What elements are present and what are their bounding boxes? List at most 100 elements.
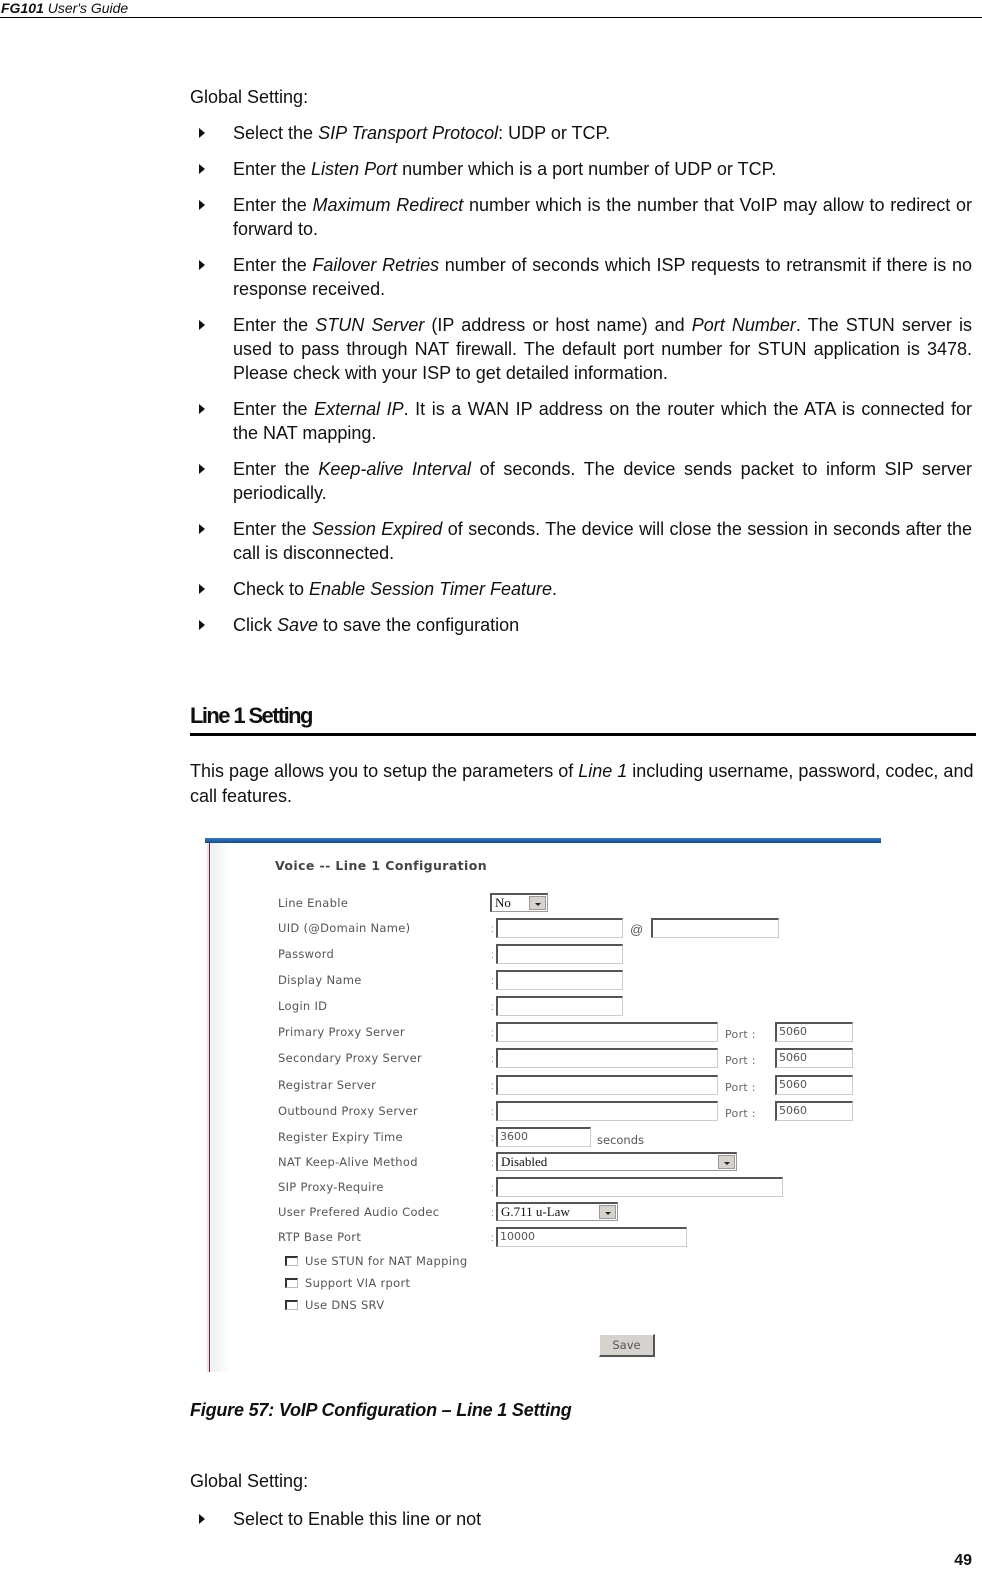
line1-config-screenshot: Voice -- Line 1 Configuration Line Enabl… <box>205 838 881 1372</box>
password-input[interactable] <box>496 944 623 964</box>
bullet-item: Enter the Listen Port number which is a … <box>190 157 972 181</box>
rtp-base-port-label: RTP Base Port <box>278 1230 362 1244</box>
secondary-proxy-label: Secondary Proxy Server <box>278 1051 423 1065</box>
bullet-item: Click Save to save the configuration <box>190 613 972 637</box>
triangle-bullet-icon <box>199 164 205 174</box>
row-register-expiry: Register Expiry Time : 3600 seconds <box>278 1127 878 1149</box>
line-enable-select[interactable]: No <box>490 893 548 912</box>
product-name: FG101 <box>1 0 44 16</box>
checkbox-icon[interactable] <box>285 1256 298 1266</box>
running-header: FG101 User's Guide <box>0 0 982 18</box>
registrar-port-input[interactable]: 5060 <box>775 1075 853 1095</box>
triangle-bullet-icon <box>199 200 205 210</box>
primary-proxy-label: Primary Proxy Server <box>278 1025 405 1039</box>
line-enable-value: No <box>495 895 511 910</box>
primary-proxy-input[interactable] <box>496 1022 718 1042</box>
colon: : <box>491 950 494 961</box>
triangle-bullet-icon <box>199 260 205 270</box>
chevron-down-icon[interactable] <box>529 896 546 910</box>
guide-name: User's Guide <box>47 0 129 16</box>
global-setting-label-2: Global Setting: <box>190 1471 309 1491</box>
screenshot-top-bar <box>205 838 881 843</box>
checkbox-label: Use STUN for NAT Mapping <box>305 1254 468 1268</box>
sip-proxy-require-input[interactable] <box>496 1177 783 1197</box>
panel-title: Voice -- Line 1 Configuration <box>275 858 488 873</box>
figure-caption: Figure 57: VoIP Configuration – Line 1 S… <box>190 1400 572 1420</box>
row-outbound-proxy: Outbound Proxy Server : Port : 5060 <box>278 1101 878 1123</box>
secondary-proxy-port-input[interactable]: 5060 <box>775 1048 853 1068</box>
colon: : <box>491 1054 494 1065</box>
page-number: 49 <box>954 1552 972 1569</box>
nat-keepalive-value: Disabled <box>501 1154 548 1169</box>
global-setting-label: Global Setting: <box>190 87 309 107</box>
row-nat-keepalive: NAT Keep-Alive Method : Disabled <box>278 1152 878 1174</box>
bullet-item: Enter the Failover Retries number of sec… <box>190 253 972 301</box>
outbound-proxy-label: Outbound Proxy Server <box>278 1104 418 1118</box>
chevron-down-icon[interactable] <box>599 1205 616 1219</box>
save-button[interactable]: Save <box>599 1334 655 1357</box>
triangle-bullet-icon <box>199 1514 205 1524</box>
section-heading-text: Line 1 Setting <box>190 703 313 728</box>
secondary-proxy-input[interactable] <box>496 1048 718 1068</box>
screenshot-left-border <box>207 843 210 1372</box>
checkbox-label: Use DNS SRV <box>305 1298 385 1312</box>
triangle-bullet-icon <box>199 464 205 474</box>
bullet-item: Enter the External IP. It is a WAN IP ad… <box>190 397 972 445</box>
nat-keepalive-select[interactable]: Disabled <box>496 1152 737 1171</box>
colon: : <box>491 1002 494 1013</box>
password-label: Password <box>278 947 335 961</box>
document-title: FG101 User's Guide <box>1 0 128 16</box>
display-name-input[interactable] <box>496 970 623 990</box>
nat-keepalive-label: NAT Keep-Alive Method <box>278 1155 418 1169</box>
colon: : <box>491 1183 494 1194</box>
registrar-label: Registrar Server <box>278 1078 377 1092</box>
domain-input[interactable] <box>651 918 779 938</box>
row-audio-codec: User Prefered Audio Codec : G.711 u-Law <box>278 1202 878 1224</box>
checkbox-label: Support VIA rport <box>305 1276 411 1290</box>
uid-input[interactable] <box>496 918 623 938</box>
triangle-bullet-icon <box>199 320 205 330</box>
checkbox-icon[interactable] <box>285 1278 298 1288</box>
intro-paragraph: This page allows you to setup the parame… <box>190 761 974 806</box>
bullet-item: Select to Enable this line or not <box>190 1507 972 1531</box>
colon: : <box>491 1133 494 1144</box>
colon: : <box>491 1233 494 1244</box>
section-heading: Line 1 Setting <box>190 700 976 736</box>
colon: : <box>491 1028 494 1039</box>
colon: : <box>491 1158 494 1169</box>
outbound-proxy-input[interactable] <box>496 1101 718 1121</box>
login-id-input[interactable] <box>496 996 623 1016</box>
register-expiry-input[interactable]: 3600 <box>496 1127 591 1147</box>
screenshot-left-shade <box>211 843 231 1372</box>
at-sign: @ <box>630 922 644 937</box>
row-rtp-base-port: RTP Base Port : 10000 <box>278 1227 878 1249</box>
primary-proxy-port-input[interactable]: 5060 <box>775 1022 853 1042</box>
line-enable-label: Line Enable <box>278 896 349 910</box>
registrar-input[interactable] <box>496 1075 718 1095</box>
triangle-bullet-icon <box>199 524 205 534</box>
checkbox-icon[interactable] <box>285 1300 298 1310</box>
global-setting-bullets: Select the SIP Transport Protocol: UDP o… <box>190 121 972 649</box>
outbound-proxy-port-input[interactable]: 5060 <box>775 1101 853 1121</box>
row-secondary-proxy: Secondary Proxy Server : Port : 5060 <box>278 1048 878 1070</box>
row-primary-proxy: Primary Proxy Server : Port : 5060 <box>278 1022 878 1044</box>
global-setting-bullets-2: Select to Enable this line or not <box>190 1507 972 1543</box>
triangle-bullet-icon <box>199 620 205 630</box>
row-display-name: Display Name : <box>278 970 878 992</box>
rtp-base-port-input[interactable]: 10000 <box>496 1227 687 1247</box>
bullet-item: Enter the STUN Server (IP address or hos… <box>190 313 972 385</box>
register-expiry-label: Register Expiry Time <box>278 1130 403 1144</box>
row-login-id: Login ID : <box>278 996 878 1018</box>
login-id-label: Login ID <box>278 999 328 1013</box>
bullet-item: Check to Enable Session Timer Feature. <box>190 577 972 601</box>
bullet-item: Enter the Keep-alive Interval of seconds… <box>190 457 972 505</box>
chevron-down-icon[interactable] <box>718 1155 735 1169</box>
row-registrar: Registrar Server : Port : 5060 <box>278 1075 878 1097</box>
triangle-bullet-icon <box>199 404 205 414</box>
uid-label: UID (@Domain Name) <box>278 921 411 935</box>
bullet-item: Select the SIP Transport Protocol: UDP o… <box>190 121 972 145</box>
colon: : <box>491 1208 494 1219</box>
seconds-label: seconds <box>597 1133 645 1147</box>
audio-codec-select[interactable]: G.711 u-Law <box>496 1202 618 1221</box>
colon: : <box>491 1107 494 1118</box>
